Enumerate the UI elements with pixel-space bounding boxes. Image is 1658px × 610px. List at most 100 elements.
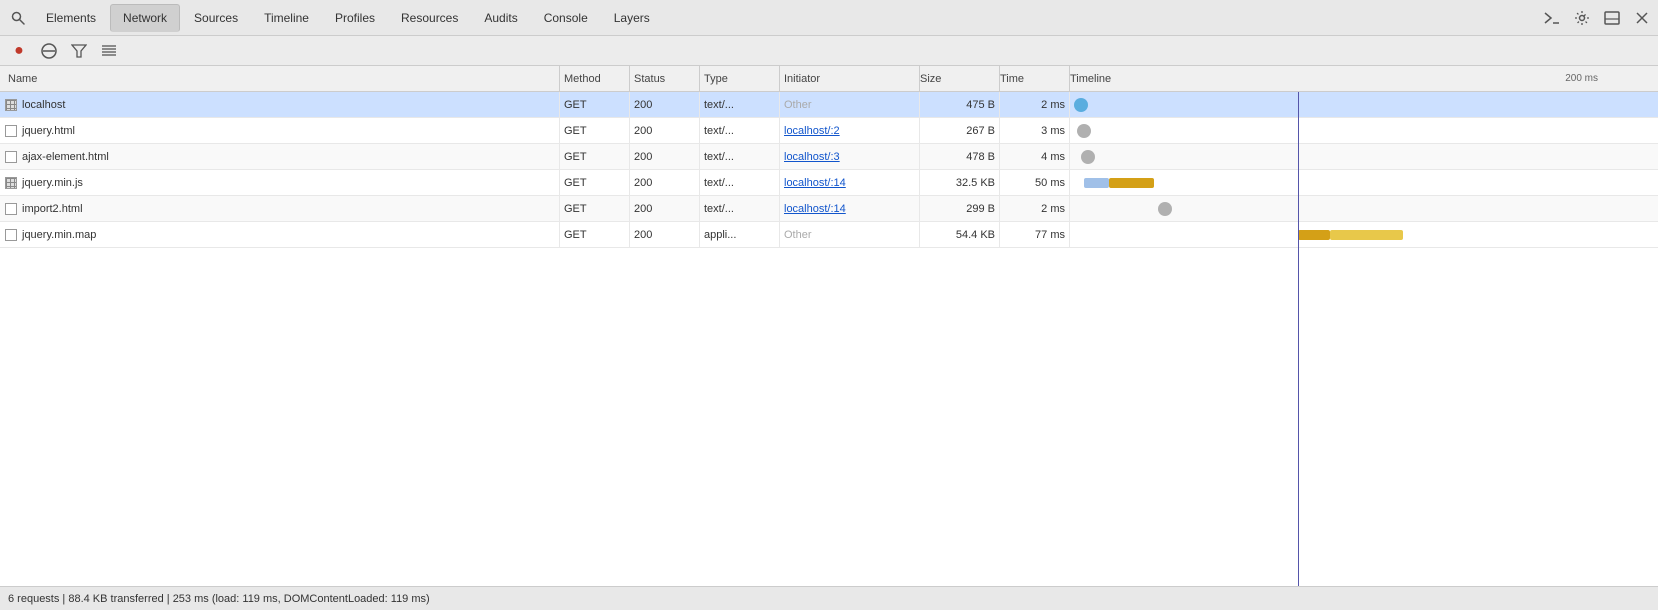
dock-button[interactable] bbox=[1600, 6, 1624, 30]
header-method[interactable]: Method bbox=[560, 66, 630, 91]
cell-status: 200 bbox=[630, 222, 700, 247]
cell-initiator: Other bbox=[780, 222, 920, 247]
cell-status: 200 bbox=[630, 92, 700, 117]
table-row[interactable]: localhost GET 200 text/... Other 475 B 2… bbox=[0, 92, 1658, 118]
list-view-button[interactable] bbox=[98, 40, 120, 62]
initiator-other: Other bbox=[784, 99, 812, 111]
timeline-indicator bbox=[1074, 98, 1088, 112]
cell-type: text/... bbox=[700, 92, 780, 117]
cell-timeline bbox=[1070, 222, 1658, 247]
file-icon-plain bbox=[4, 202, 18, 216]
cell-time: 2 ms bbox=[1000, 92, 1070, 117]
record-button[interactable]: ● bbox=[8, 40, 30, 62]
timeline-area bbox=[1070, 222, 1658, 247]
cell-size: 299 B bbox=[920, 196, 1000, 221]
initiator-other: Other bbox=[784, 229, 812, 241]
cell-name: jquery.min.map bbox=[0, 222, 560, 247]
tab-layers[interactable]: Layers bbox=[602, 4, 662, 32]
cell-status: 200 bbox=[630, 118, 700, 143]
initiator-link[interactable]: localhost/:14 bbox=[784, 203, 846, 215]
timeline-area bbox=[1070, 170, 1658, 195]
tab-network[interactable]: Network bbox=[110, 4, 180, 32]
tab-elements[interactable]: Elements bbox=[34, 4, 108, 32]
cell-status: 200 bbox=[630, 196, 700, 221]
table-header: Name Method Status Type Initiator Size T… bbox=[0, 66, 1658, 92]
status-text: 6 requests | 88.4 KB transferred | 253 m… bbox=[8, 593, 430, 605]
cell-initiator: localhost/:14 bbox=[780, 196, 920, 221]
tab-bar: Elements Network Sources Timeline Profil… bbox=[0, 0, 1658, 36]
cell-initiator: localhost/:2 bbox=[780, 118, 920, 143]
search-button[interactable] bbox=[4, 4, 32, 32]
timeline-bar-waiting bbox=[1298, 230, 1330, 240]
cell-timeline bbox=[1070, 196, 1658, 221]
timeline-ms-label: 200 ms bbox=[1565, 73, 1598, 84]
header-type[interactable]: Type bbox=[700, 66, 780, 91]
table-row[interactable]: jquery.min.map GET 200 appli... Other 54… bbox=[0, 222, 1658, 248]
cell-method: GET bbox=[560, 92, 630, 117]
close-button[interactable] bbox=[1630, 6, 1654, 30]
cell-method: GET bbox=[560, 144, 630, 169]
tab-resources[interactable]: Resources bbox=[389, 4, 470, 32]
initiator-link[interactable]: localhost/:2 bbox=[784, 125, 840, 137]
header-name[interactable]: Name bbox=[0, 66, 560, 91]
cell-initiator: localhost/:3 bbox=[780, 144, 920, 169]
file-icon-plain bbox=[4, 150, 18, 164]
cell-method: GET bbox=[560, 196, 630, 221]
timeline-area bbox=[1070, 92, 1658, 117]
header-time[interactable]: Time bbox=[1000, 66, 1070, 91]
settings-button[interactable] bbox=[1570, 6, 1594, 30]
tab-bar-actions bbox=[1540, 6, 1654, 30]
table-row[interactable]: jquery.min.js GET 200 text/... localhost… bbox=[0, 170, 1658, 196]
filter-button[interactable] bbox=[68, 40, 90, 62]
header-status[interactable]: Status bbox=[630, 66, 700, 91]
cell-method: GET bbox=[560, 222, 630, 247]
table-row[interactable]: import2.html GET 200 text/... localhost/… bbox=[0, 196, 1658, 222]
cell-time: 2 ms bbox=[1000, 196, 1070, 221]
tab-audits[interactable]: Audits bbox=[472, 4, 529, 32]
timeline-bar-waiting bbox=[1084, 178, 1109, 188]
file-icon-plain bbox=[4, 228, 18, 242]
initiator-link[interactable]: localhost/:14 bbox=[784, 177, 846, 189]
table-row[interactable]: ajax-element.html GET 200 text/... local… bbox=[0, 144, 1658, 170]
cell-name: localhost bbox=[0, 92, 560, 117]
header-size[interactable]: Size bbox=[920, 66, 1000, 91]
timeline-area bbox=[1070, 196, 1658, 221]
tab-profiles[interactable]: Profiles bbox=[323, 4, 387, 32]
header-timeline[interactable]: Timeline 200 ms bbox=[1070, 66, 1658, 91]
tab-timeline[interactable]: Timeline bbox=[252, 4, 321, 32]
header-initiator[interactable]: Initiator bbox=[780, 66, 920, 91]
cell-status: 200 bbox=[630, 170, 700, 195]
timeline-indicator bbox=[1158, 202, 1172, 216]
cell-time: 77 ms bbox=[1000, 222, 1070, 247]
tab-sources[interactable]: Sources bbox=[182, 4, 250, 32]
tab-console[interactable]: Console bbox=[532, 4, 600, 32]
cell-type: appli... bbox=[700, 222, 780, 247]
file-icon-plain bbox=[4, 124, 18, 138]
cell-type: text/... bbox=[700, 170, 780, 195]
cell-time: 50 ms bbox=[1000, 170, 1070, 195]
cell-type: text/... bbox=[700, 118, 780, 143]
cell-timeline bbox=[1070, 92, 1658, 117]
initiator-link[interactable]: localhost/:3 bbox=[784, 151, 840, 163]
cell-time: 4 ms bbox=[1000, 144, 1070, 169]
execute-script-button[interactable] bbox=[1540, 6, 1564, 30]
cell-name: jquery.min.js bbox=[0, 170, 560, 195]
clear-button[interactable] bbox=[38, 40, 60, 62]
status-bar: 6 requests | 88.4 KB transferred | 253 m… bbox=[0, 586, 1658, 610]
cell-size: 478 B bbox=[920, 144, 1000, 169]
timeline-indicator bbox=[1081, 150, 1095, 164]
cell-size: 475 B bbox=[920, 92, 1000, 117]
file-icon-grid bbox=[4, 98, 18, 112]
cell-type: text/... bbox=[700, 196, 780, 221]
network-table: Name Method Status Type Initiator Size T… bbox=[0, 66, 1658, 586]
timeline-bar-receiving bbox=[1109, 178, 1154, 188]
cell-timeline bbox=[1070, 118, 1658, 143]
cell-time: 3 ms bbox=[1000, 118, 1070, 143]
cell-status: 200 bbox=[630, 144, 700, 169]
table-body: localhost GET 200 text/... Other 475 B 2… bbox=[0, 92, 1658, 586]
cell-size: 32.5 KB bbox=[920, 170, 1000, 195]
timeline-bar-receiving bbox=[1330, 230, 1403, 240]
table-row[interactable]: jquery.html GET 200 text/... localhost/:… bbox=[0, 118, 1658, 144]
cell-timeline bbox=[1070, 170, 1658, 195]
cell-name: jquery.html bbox=[0, 118, 560, 143]
